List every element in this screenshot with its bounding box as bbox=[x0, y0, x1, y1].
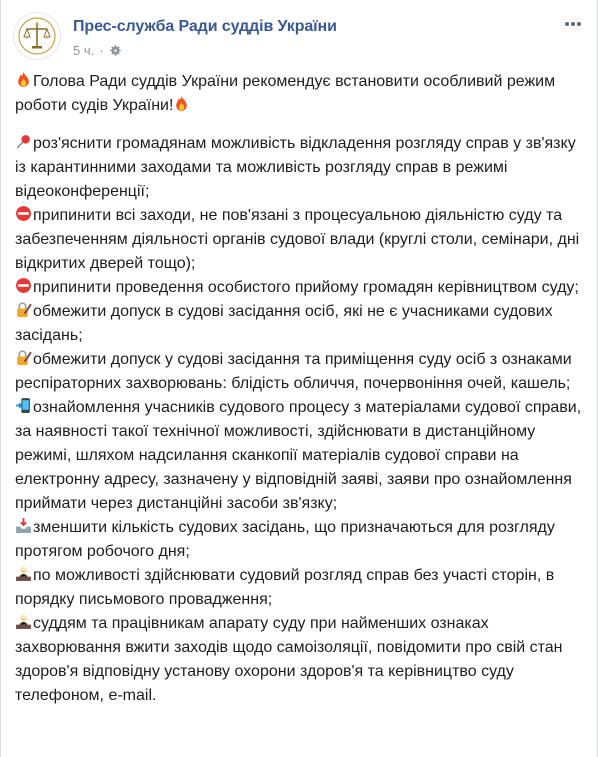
recommendation-list: роз'яснити громадянам можливість відклад… bbox=[15, 132, 587, 708]
page-avatar[interactable] bbox=[13, 12, 61, 60]
post-meta: 5 ч. · bbox=[73, 43, 122, 58]
list-item-text: обмежити допуск у судові засідання та пр… bbox=[15, 351, 572, 392]
judge-icon bbox=[16, 615, 31, 629]
lock-with-pen-icon bbox=[17, 302, 32, 317]
lock-with-pen-icon bbox=[17, 350, 32, 365]
post-timestamp[interactable]: 5 ч. bbox=[73, 43, 94, 58]
list-item: обмежити допуск в судові засідання осіб,… bbox=[15, 300, 587, 348]
more-options-icon[interactable] bbox=[561, 12, 585, 36]
fire-icon bbox=[176, 96, 188, 111]
gear-icon[interactable] bbox=[109, 44, 122, 57]
page-name-link[interactable]: Прес-служба Ради суддів України bbox=[73, 18, 337, 36]
facebook-post-card: Прес-служба Ради суддів України 5 ч. · Г… bbox=[0, 0, 598, 757]
inbox-tray-icon bbox=[16, 518, 31, 533]
meta-separator: · bbox=[99, 43, 104, 58]
judge-icon bbox=[16, 567, 31, 581]
list-item: роз'яснити громадянам можливість відклад… bbox=[15, 132, 587, 204]
list-item-text: припинити всі заходи, не пов'язані з про… bbox=[15, 207, 580, 272]
list-item: припинити проведення особистого прийому … bbox=[15, 276, 587, 300]
list-item-text: по можливості здійснювати судовий розгля… bbox=[15, 567, 555, 608]
list-item: обмежити допуск у судові засідання та пр… bbox=[15, 348, 587, 396]
list-item: зменшити кількість судових засідань, що … bbox=[15, 516, 587, 564]
list-item-text: суддям та працівникам апарату суду при н… bbox=[15, 615, 563, 704]
list-item: ознайомлення учасників судового процесу … bbox=[15, 396, 587, 516]
scales-of-justice-logo bbox=[18, 17, 56, 55]
list-item: по можливості здійснювати судовий розгля… bbox=[15, 564, 587, 612]
list-item-text: зменшити кількість судових засідань, що … bbox=[15, 519, 555, 560]
fire-icon bbox=[18, 72, 29, 87]
list-item-text: роз'яснити громадянам можливість відклад… bbox=[15, 135, 576, 200]
no-entry-icon bbox=[16, 278, 31, 293]
pushpin-icon bbox=[16, 135, 30, 149]
list-item: суддям та працівникам апарату суду при н… bbox=[15, 612, 587, 708]
post-body: Голова Ради суддів України рекомендує вс… bbox=[15, 70, 587, 708]
post-header: Прес-служба Ради суддів України 5 ч. · bbox=[13, 12, 587, 60]
no-entry-icon bbox=[16, 206, 31, 221]
list-item: припинити всі заходи, не пов'язані з про… bbox=[15, 204, 587, 276]
mobile-arrow-icon bbox=[16, 398, 30, 413]
list-item-text: припинити проведення особистого прийому … bbox=[33, 279, 579, 296]
headline-text: Голова Ради суддів України рекомендує вс… bbox=[15, 73, 556, 114]
list-item-text: обмежити допуск в судові засідання осіб,… bbox=[15, 303, 553, 344]
list-item-text: ознайомлення учасників судового процесу … bbox=[15, 399, 582, 512]
post-headline: Голова Ради суддів України рекомендує вс… bbox=[15, 70, 587, 118]
